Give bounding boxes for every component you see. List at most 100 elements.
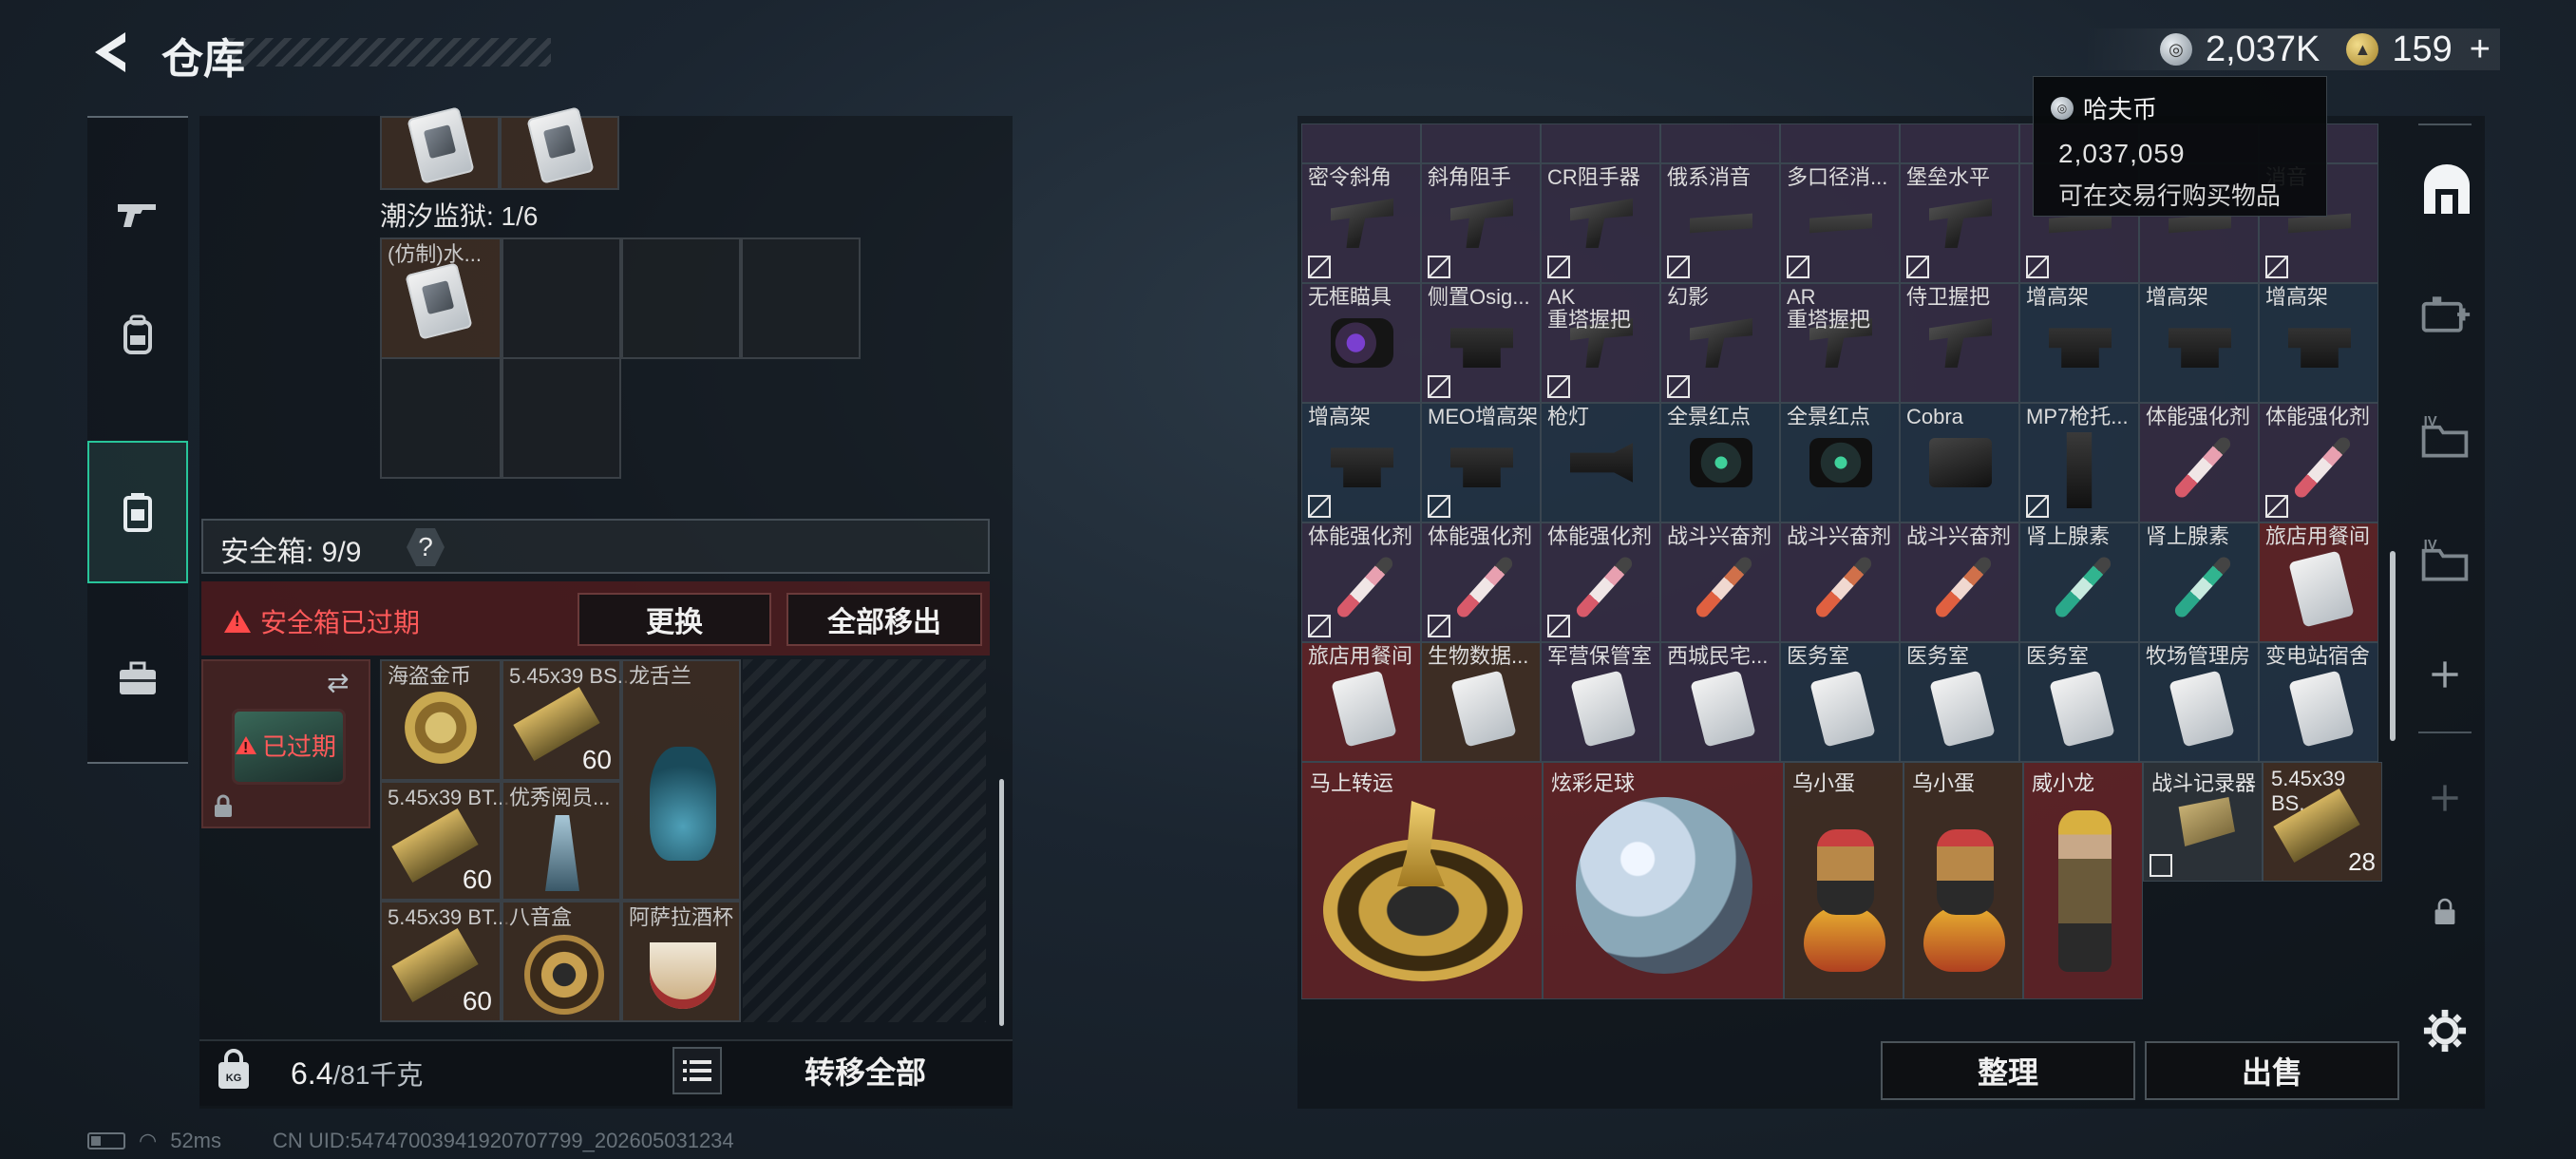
item-name: 增高架 <box>2146 285 2209 309</box>
stash-item[interactable]: 多口径消... <box>1780 163 1900 283</box>
stash-item[interactable]: MEO增高架 <box>1421 403 1541 522</box>
tide-item-cell[interactable] <box>380 106 500 190</box>
rnav-stash[interactable] <box>2405 139 2485 243</box>
stash-item[interactable]: 5.45x39 BS... 28 <box>2263 762 2382 882</box>
stash-item-partial[interactable] <box>1780 124 1900 163</box>
safebox-slot[interactable]: 海盗金币 <box>380 659 502 781</box>
stash-big-item[interactable]: 乌小蛋 <box>1904 762 2023 999</box>
rnav-folder-iv[interactable]: IV <box>2405 386 2485 490</box>
safebox-slot[interactable]: 阿萨拉酒杯 <box>621 901 741 1022</box>
stash-big-item[interactable]: 乌小蛋 <box>1784 762 1904 999</box>
nav-container[interactable] <box>87 441 188 583</box>
stash-big-item[interactable]: 威小龙 <box>2023 762 2143 999</box>
stash-item[interactable]: 无框瞄具 <box>1301 283 1421 403</box>
stash-item[interactable]: 旅店用餐间 <box>2259 522 2378 642</box>
empty-slot[interactable] <box>502 357 621 479</box>
stash-item-partial[interactable] <box>1660 124 1780 163</box>
add-currency-button[interactable]: + <box>2470 29 2491 70</box>
settings-button[interactable] <box>2405 998 2485 1064</box>
stash-item[interactable]: 增高架 <box>2139 283 2259 403</box>
stash-item[interactable]: 西城民宅... <box>1660 642 1780 762</box>
stash-item[interactable]: 牧场管理房 <box>2139 642 2259 762</box>
stash-item-partial[interactable] <box>1541 124 1660 163</box>
stash-item[interactable]: 俄系消音 <box>1660 163 1780 283</box>
stash-item[interactable]: 幻影 <box>1660 283 1780 403</box>
sort-button[interactable]: 整理 <box>1881 1041 2135 1100</box>
safebox-slot[interactable]: 龙舌兰 <box>621 659 741 901</box>
stash-item[interactable]: AK 重塔握把 <box>1541 283 1660 403</box>
empty-slot[interactable] <box>621 238 741 359</box>
rnav-add[interactable] <box>2405 636 2485 712</box>
stash-big-item[interactable]: 马上转运 <box>1301 762 1543 999</box>
stash-item[interactable]: 增高架 <box>2259 283 2378 403</box>
stash-item[interactable]: 斜角阻手 <box>1421 163 1541 283</box>
stash-item[interactable]: 体能强化剂 <box>1541 522 1660 642</box>
stash-item[interactable]: 全景红点 <box>1780 403 1900 522</box>
safebox-slot[interactable]: 八音盒 <box>502 901 621 1022</box>
stash-item[interactable]: 战斗记录器 <box>2143 762 2263 882</box>
stash-item[interactable]: 战斗兴奋剂 <box>1900 522 2019 642</box>
stash-item[interactable]: 侧置Osig... <box>1421 283 1541 403</box>
no-sell-icon <box>2265 495 2288 518</box>
stash-item[interactable]: MP7枪托... <box>2019 403 2139 522</box>
sell-button[interactable]: 出售 <box>2145 1041 2399 1100</box>
tide-item-cell[interactable] <box>500 106 619 190</box>
stash-item[interactable]: 战斗兴奋剂 <box>1660 522 1780 642</box>
empty-slot[interactable] <box>741 238 861 359</box>
stash-item[interactable]: 生物数据... <box>1421 642 1541 762</box>
stash-item[interactable]: CR阻手器 <box>1541 163 1660 283</box>
stash-item[interactable]: 旅店用餐间 <box>1301 642 1421 762</box>
left-scrollbar[interactable] <box>999 779 1004 1026</box>
stash-item[interactable]: 堡垒水平 <box>1900 163 2019 283</box>
stash-item[interactable]: 医务室 <box>1780 642 1900 762</box>
stash-item[interactable]: 体能强化剂 <box>1301 522 1421 642</box>
stash-item[interactable]: 体能强化剂 <box>1421 522 1541 642</box>
rnav-medkit[interactable] <box>2405 262 2485 367</box>
back-button[interactable] <box>87 28 135 76</box>
tide-item-cell[interactable]: (仿制)水... <box>380 238 502 359</box>
stash-item-partial[interactable] <box>1301 124 1421 163</box>
safebox-slot[interactable]: 5.45x39 BT... 60 <box>380 781 509 901</box>
stash-item[interactable]: 肾上腺素 <box>2019 522 2139 642</box>
empty-slot[interactable] <box>380 357 502 479</box>
stash-item[interactable]: 医务室 <box>2019 642 2139 762</box>
stash-item[interactable]: 枪灯 <box>1541 403 1660 522</box>
nav-equipment[interactable] <box>87 277 188 391</box>
stash-item-partial[interactable] <box>1421 124 1541 163</box>
card-icon <box>1331 670 1397 748</box>
stash-item[interactable]: 变电站宿舍 <box>2259 642 2378 762</box>
rnav-lock[interactable] <box>2405 874 2485 950</box>
stash-item[interactable]: Cobra <box>1900 403 2019 522</box>
stash-item[interactable]: 增高架 <box>2019 283 2139 403</box>
stash-item[interactable]: 体能强化剂 <box>2259 403 2378 522</box>
stash-item-partial[interactable] <box>1900 124 2019 163</box>
safebox-slot[interactable]: 5.45x39 BS... 60 <box>502 659 635 781</box>
stash-item[interactable]: 医务室 <box>1900 642 2019 762</box>
stash-item[interactable]: 侍卫握把 <box>1900 283 2019 403</box>
safebox-slot[interactable]: 5.45x39 BT... 60 <box>380 901 509 1022</box>
stash-item[interactable]: 密令斜角 <box>1301 163 1421 283</box>
empty-slot[interactable] <box>502 238 621 359</box>
stash-scrollbar[interactable] <box>2390 551 2396 741</box>
stash-item[interactable]: 体能强化剂 <box>2139 403 2259 522</box>
stash-big-item[interactable]: 炫彩足球 <box>1543 762 1784 999</box>
no-sell-icon <box>1667 256 1690 278</box>
safebox-slot[interactable]: 优秀阅员... <box>502 781 621 901</box>
stash-item[interactable]: 增高架 <box>1301 403 1421 522</box>
swap-icon[interactable]: ⇄ <box>327 667 349 698</box>
stash-item[interactable]: 军营保管室 <box>1541 642 1660 762</box>
no-sell-icon <box>1547 256 1570 278</box>
stash-item[interactable]: 全景红点 <box>1660 403 1780 522</box>
transfer-all-button[interactable]: 转移全部 <box>731 1039 999 1102</box>
nav-weapon[interactable] <box>87 156 188 270</box>
rnav-folder-iv-2[interactable]: IV <box>2405 509 2485 614</box>
nav-case[interactable] <box>87 621 188 735</box>
keycard-icon <box>526 106 595 184</box>
stash-item[interactable]: AR 重塔握把 <box>1780 283 1900 403</box>
list-view-button[interactable] <box>672 1047 722 1094</box>
stash-item[interactable]: 肾上腺素 <box>2139 522 2259 642</box>
move-all-out-button[interactable]: 全部移出 <box>786 593 982 646</box>
stash-item[interactable]: 战斗兴奋剂 <box>1780 522 1900 642</box>
supp-icon <box>1809 213 1872 234</box>
replace-button[interactable]: 更换 <box>578 593 771 646</box>
